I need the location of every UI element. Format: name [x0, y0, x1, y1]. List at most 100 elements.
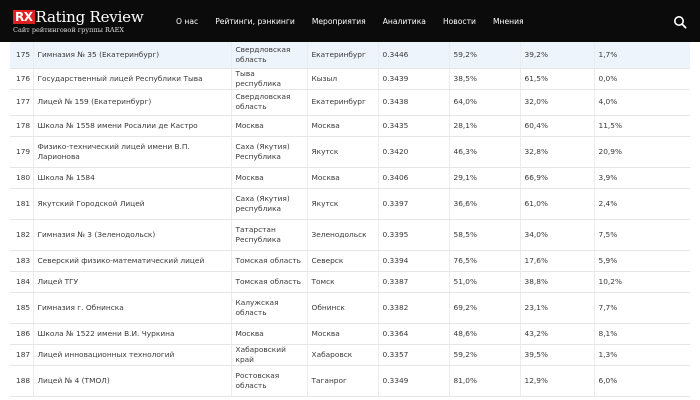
school-name-cell: Гимназия № 35 (Екатеринбург) [33, 42, 232, 69]
nav-item-news[interactable]: Новости [443, 17, 476, 26]
city-cell: Москва [307, 323, 379, 345]
percent-c-cell: 20,9% [594, 136, 690, 168]
percent-a-cell: 38,5% [449, 68, 521, 90]
rank-cell: 180 [10, 167, 34, 189]
city-cell: Хабаровск [307, 344, 379, 366]
rank-cell: 183 [10, 250, 34, 272]
percent-b-cell: 39,2% [520, 42, 595, 69]
percent-c-cell: 8,1% [594, 323, 690, 345]
nav-item-events[interactable]: Мероприятия [312, 17, 366, 26]
rank-cell: 186 [10, 323, 34, 345]
score-cell: 0.3357 [378, 344, 450, 366]
rank-cell: 179 [10, 136, 34, 168]
city-cell: Якутск [307, 136, 379, 168]
percent-b-cell: 32,8% [520, 136, 595, 168]
school-name-cell: Лицей № 159 (Екатеринбург) [33, 89, 232, 116]
percent-c-cell: 11,5% [594, 115, 690, 137]
rank-cell: 176 [10, 68, 34, 90]
rank-cell: 177 [10, 89, 34, 116]
percent-c-cell: 0,0% [594, 68, 690, 90]
school-name-cell: Государственный лицей Республики Тыва [33, 68, 232, 90]
region-cell: Москва [231, 115, 308, 137]
region-cell: Калужская область [231, 292, 308, 324]
table-row[interactable]: 184 Лицей ТГУ Томская область Томск 0.3387 51… [10, 271, 690, 293]
nav-item-about[interactable]: О нас [176, 17, 198, 26]
rank-cell: 182 [10, 219, 34, 251]
score-cell: 0.3397 [378, 188, 450, 220]
score-cell: 0.3349 [378, 365, 450, 397]
rank-cell: 185 [10, 292, 34, 324]
percent-b-cell: 61,0% [520, 188, 595, 220]
region-cell: Томская область [231, 250, 308, 272]
percent-c-cell: 7,5% [594, 219, 690, 251]
percent-a-cell: 76,5% [449, 250, 521, 272]
school-name-cell: Лицей инновационных технологий [33, 344, 232, 366]
table-row[interactable]: 177 Лицей № 159 (Екатеринбург) Свердловска… [10, 89, 690, 116]
table-row[interactable]: 178 Школа № 1558 имени Росалии де Кастро М… [10, 115, 690, 137]
table-row[interactable]: 182 Гимназия № 3 (Зеленодольск) Татарстан … [10, 219, 690, 251]
percent-c-cell: 7,7% [594, 292, 690, 324]
school-name-cell: Школа № 1584 [33, 167, 232, 189]
region-cell: Саха (Якутия) республика [231, 188, 308, 220]
percent-a-cell: 28,1% [449, 115, 521, 137]
logo-badge: RX [13, 10, 35, 24]
percent-b-cell: 17,6% [520, 250, 595, 272]
percent-b-cell: 43,2% [520, 323, 595, 345]
table-row[interactable]: 183 Северский физико-математический лицей… [10, 250, 690, 272]
table-row[interactable]: 187 Лицей инновационных технологий Хабаров… [10, 344, 690, 366]
rank-cell: 175 [10, 42, 34, 69]
city-cell: Екатеринбург [307, 89, 379, 116]
site-logo[interactable]: RX Rating Review [13, 8, 144, 26]
rank-cell: 181 [10, 188, 34, 220]
score-cell: 0.3439 [378, 68, 450, 90]
school-name-cell: Лицей ТГУ [33, 271, 232, 293]
table-row[interactable]: 181 Якутский Городской Лицей Саха (Якутия)… [10, 188, 690, 220]
nav-item-analytics[interactable]: Аналитика [383, 17, 426, 26]
region-cell: Саха (Якутия) Республика [231, 136, 308, 168]
city-cell: Якутск [307, 188, 379, 220]
score-cell: 0.3382 [378, 292, 450, 324]
score-cell: 0.3364 [378, 323, 450, 345]
city-cell: Северск [307, 250, 379, 272]
percent-c-cell: 5,9% [594, 250, 690, 272]
rank-cell: 187 [10, 344, 34, 366]
region-cell: Татарстан Республика [231, 219, 308, 251]
school-name-cell: Лицей № 4 (ТМОЛ) [33, 365, 232, 397]
city-cell: Москва [307, 115, 379, 137]
logo-text: Rating Review [35, 8, 144, 26]
logo-subtitle: Сайт рейтинговой группы RAEX [13, 26, 124, 34]
nav-item-opinions[interactable]: Мнения [493, 17, 524, 26]
school-name-cell: Якутский Городской Лицей [33, 188, 232, 220]
score-cell: 0.3406 [378, 167, 450, 189]
percent-c-cell: 4,0% [594, 89, 690, 116]
table-row[interactable]: 175 Гимназия № 35 (Екатеринбург) Свердловс… [10, 42, 690, 69]
nav-item-ratings[interactable]: Рейтинги, рэнкинги [215, 17, 295, 26]
city-cell: Москва [307, 167, 379, 189]
school-name-cell: Северский физико-математический лицей [33, 250, 232, 272]
region-cell: Свердловская область [231, 42, 308, 69]
search-icon[interactable] [673, 15, 687, 29]
rank-cell: 178 [10, 115, 34, 137]
percent-b-cell: 38,8% [520, 271, 595, 293]
score-cell: 0.3420 [378, 136, 450, 168]
score-cell: 0.3435 [378, 115, 450, 137]
main-nav: О нас Рейтинги, рэнкинги Мероприятия Ана… [176, 0, 541, 42]
table-row[interactable]: 185 Гимназия г. Обнинска Калужская область… [10, 292, 690, 324]
city-cell: Екатеринбург [307, 42, 379, 69]
score-cell: 0.3395 [378, 219, 450, 251]
percent-a-cell: 59,2% [449, 344, 521, 366]
percent-b-cell: 32,0% [520, 89, 595, 116]
region-cell: Москва [231, 323, 308, 345]
table-row[interactable]: 188 Лицей № 4 (ТМОЛ) Ростовская область Таг… [10, 365, 690, 397]
percent-a-cell: 69,2% [449, 292, 521, 324]
percent-c-cell: 3,9% [594, 167, 690, 189]
percent-a-cell: 46,3% [449, 136, 521, 168]
school-name-cell: Физико-технический лицей имени В.П. Лари… [33, 136, 232, 168]
percent-b-cell: 66,9% [520, 167, 595, 189]
table-row[interactable]: 179 Физико-технический лицей имени В.П. Л… [10, 136, 690, 168]
percent-a-cell: 81,0% [449, 365, 521, 397]
school-name-cell: Школа № 1522 имени В.И. Чуркина [33, 323, 232, 345]
table-row[interactable]: 176 Государственный лицей Республики Тыва… [10, 68, 690, 90]
table-row[interactable]: 180 Школа № 1584 Москва Москва 0.3406 29,1% 66… [10, 167, 690, 189]
table-row[interactable]: 186 Школа № 1522 имени В.И. Чуркина Москва… [10, 323, 690, 345]
